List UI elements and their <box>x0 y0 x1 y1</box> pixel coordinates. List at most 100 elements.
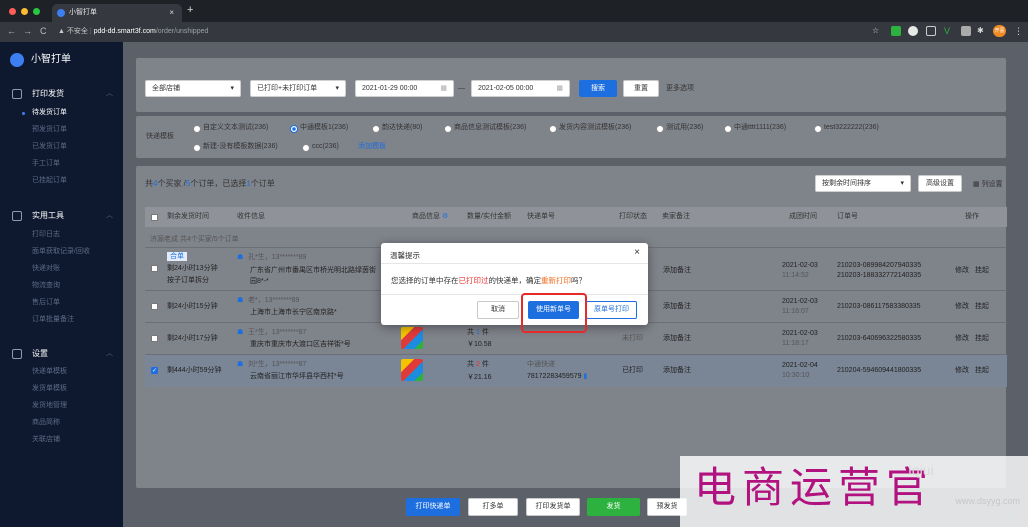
template-option[interactable]: 中通tttt1111(236) <box>724 123 786 133</box>
row-checkbox[interactable] <box>151 335 158 342</box>
extension-icon[interactable] <box>891 26 901 36</box>
template-option[interactable]: 新建-没有模板数据(236) <box>193 142 278 152</box>
edit-link[interactable]: 修改 <box>955 334 969 343</box>
express-company: 中通快递 <box>527 361 555 368</box>
sidebar-section-settings[interactable]: 设置 ︿ <box>0 346 123 362</box>
new-tab-button[interactable]: + <box>187 4 193 16</box>
sidebar-item-express-template[interactable]: 快递单模板 <box>0 365 123 379</box>
print-express-button[interactable]: 打印快递单 <box>406 498 460 516</box>
sidebar-item-delivery-template[interactable]: 发货单模板 <box>0 382 123 396</box>
sidebar-item-shipped-orders[interactable]: 已发货订单 <box>0 140 123 154</box>
sidebar-section-print-ship[interactable]: 打印发货 ︿ <box>0 86 123 102</box>
column-settings-button[interactable]: ▦ 列设置 <box>973 180 1003 190</box>
close-window-icon[interactable] <box>9 8 16 15</box>
add-remark-link[interactable]: 添加备注 <box>663 334 691 343</box>
bookmark-star-icon[interactable]: ☆ <box>872 27 880 35</box>
minimize-window-icon[interactable] <box>21 8 28 15</box>
calendar-icon: ▦ <box>556 85 563 92</box>
original-number-print-button[interactable]: 原单号打印 <box>586 301 637 319</box>
hold-link[interactable]: 挂起 <box>975 266 989 275</box>
col-seller-remark: 卖家备注 <box>662 213 690 220</box>
template-option[interactable]: 发货内容测试模板(236) <box>549 123 631 133</box>
extension-v-icon[interactable]: V <box>944 26 954 36</box>
extension-globe-icon[interactable] <box>908 26 918 36</box>
template-option[interactable]: test3222222(236) <box>814 123 879 133</box>
sidebar-item-manual-orders[interactable]: 手工订单 <box>0 157 123 171</box>
sort-select[interactable]: 按剩余时间排序 ▾ <box>815 175 911 192</box>
extension-doc-icon[interactable] <box>926 26 936 36</box>
template-option[interactable]: 韵达快递(80) <box>372 123 422 133</box>
sidebar-item-aftersale-orders[interactable]: 售后订单 <box>0 296 123 310</box>
tab-title: 小智打单 <box>69 9 97 16</box>
edit-link[interactable]: 修改 <box>955 266 969 275</box>
add-remark-link[interactable]: 添加备注 <box>663 366 691 375</box>
recipient-name: 老*，13*******89 <box>248 297 300 304</box>
sidebar-item-batch-remarks[interactable]: 订单批量备注 <box>0 313 123 327</box>
address-bar[interactable]: ▲ 不安全 | pdd-dd.smart3f.com/order/unshipp… <box>58 25 208 39</box>
print-multi-button[interactable]: 打多单 <box>468 498 518 516</box>
insecure-label: ▲ 不安全 <box>58 28 88 35</box>
product-thumbnail[interactable] <box>401 359 423 381</box>
add-remark-link[interactable]: 添加备注 <box>663 266 691 275</box>
template-option[interactable]: ccc(236) <box>302 142 339 152</box>
search-button[interactable]: 搜索 <box>579 80 617 97</box>
hold-link[interactable]: 挂起 <box>975 334 989 343</box>
date-from-input[interactable]: 2021-01-29 00:00 ▦ <box>355 80 454 97</box>
more-options-link[interactable]: 更多选项 <box>666 84 694 94</box>
template-option-selected[interactable]: 中通模板1(236) <box>290 123 348 133</box>
reload-icon[interactable]: C <box>40 26 47 36</box>
shop-select[interactable]: 全部店铺 ▾ <box>145 80 241 97</box>
split-order-link[interactable]: 按子订单拆分 <box>167 276 209 285</box>
row-checkbox[interactable] <box>151 265 158 272</box>
sidebar-section-tools[interactable]: 实用工具 ︿ <box>0 208 123 224</box>
sidebar-item-waybill-records[interactable]: 面单获取记录/回收 <box>0 245 123 259</box>
sidebar-item-preship-orders[interactable]: 预发货订单 <box>0 123 123 137</box>
print-status-select[interactable]: 已打印+未打印订单 ▾ <box>250 80 346 97</box>
sidebar-item-linked-shops[interactable]: 关联店铺 <box>0 433 123 447</box>
template-option[interactable]: 测试用(236) <box>656 123 703 133</box>
template-option[interactable]: 自定义文本测试(236) <box>193 123 268 133</box>
sidebar-item-print-log[interactable]: 打印日志 <box>0 228 123 242</box>
hold-link[interactable]: 挂起 <box>975 302 989 311</box>
edit-link[interactable]: 修改 <box>955 302 969 311</box>
advanced-settings-button[interactable]: 高级设置 <box>918 175 962 192</box>
sidebar-item-held-orders[interactable]: 已挂起订单 <box>0 174 123 188</box>
date-to-input[interactable]: 2021-02-05 00:00 ▦ <box>471 80 570 97</box>
tab-close-icon[interactable]: × <box>169 4 174 22</box>
sidebar-item-logistics-query[interactable]: 物流查询 <box>0 279 123 293</box>
url-host: pdd-dd.smart3f.com <box>93 28 156 35</box>
profile-avatar[interactable]: 开喜 <box>993 25 1006 37</box>
browser-menu-icon[interactable]: ⋮ <box>1014 26 1024 36</box>
remaining-time: 剩24小时15分钟 <box>167 303 218 310</box>
maximize-window-icon[interactable] <box>33 8 40 15</box>
forward-icon[interactable]: → <box>23 26 32 36</box>
remaining-time: 剩24小时13分钟 <box>167 265 218 272</box>
browser-tab[interactable]: 小智打单 × <box>52 4 182 22</box>
reset-button[interactable]: 重置 <box>623 80 659 97</box>
ship-button[interactable]: 发货 <box>587 498 640 516</box>
extensions-puzzle-icon[interactable]: ✱ <box>977 26 987 36</box>
table-header <box>145 207 1007 227</box>
hold-link[interactable]: 挂起 <box>975 366 989 375</box>
edit-link[interactable]: 修改 <box>955 366 969 375</box>
sidebar-item-pending-orders[interactable]: 待发货订单 <box>0 106 123 120</box>
print-delivery-button[interactable]: 打印发货单 <box>526 498 580 516</box>
add-template-link[interactable]: 添加模板 <box>358 142 386 152</box>
add-remark-link[interactable]: 添加备注 <box>663 302 691 311</box>
col-tracking: 快递单号 <box>527 213 555 220</box>
select-all-checkbox[interactable] <box>151 214 158 221</box>
cancel-button[interactable]: 取消 <box>477 301 519 319</box>
dialog-close-icon[interactable]: × <box>634 247 640 258</box>
sidebar-item-ship-address[interactable]: 发货地管理 <box>0 399 123 413</box>
sidebar-item-express-reconcile[interactable]: 快递对账 <box>0 262 123 276</box>
lock-icon: ☗ <box>237 297 244 304</box>
date-separator: — <box>458 85 465 92</box>
template-option[interactable]: 商品信息测试模板(236) <box>444 123 526 133</box>
order-number: 210203-089984207940335 <box>837 262 922 269</box>
back-icon[interactable]: ← <box>7 26 16 36</box>
row-checkbox-checked[interactable]: ✓ <box>151 367 158 374</box>
row-checkbox[interactable] <box>151 303 158 310</box>
product-thumbnail[interactable] <box>401 327 423 349</box>
sidebar-item-product-alias[interactable]: 商品简称 <box>0 416 123 430</box>
extension-grid-icon[interactable] <box>961 26 971 36</box>
